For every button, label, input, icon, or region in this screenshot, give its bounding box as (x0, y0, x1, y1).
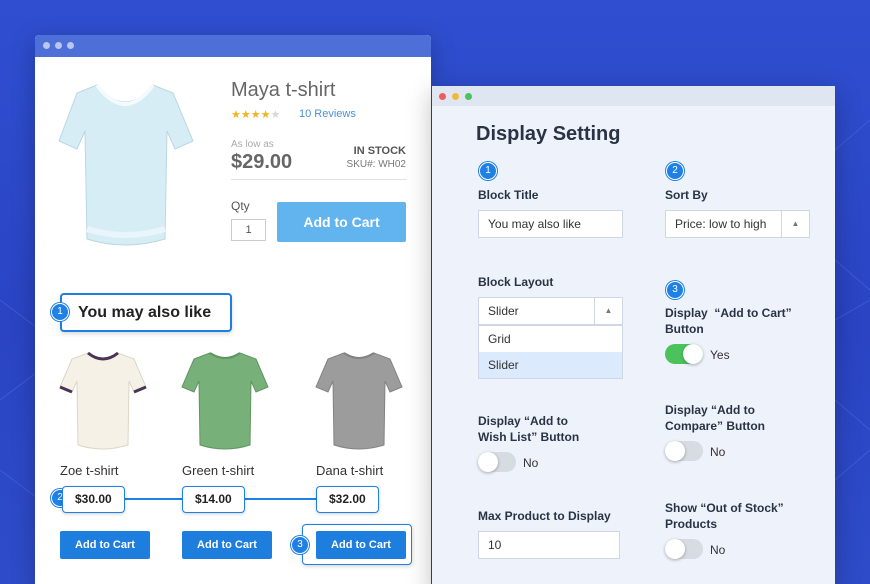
related-add-to-cart-button[interactable]: Add to Cart (182, 531, 272, 559)
callout-badge-3: 3 (666, 281, 684, 299)
block-title-label: Block Title (478, 188, 539, 202)
callout-badge-1: 1 (479, 162, 497, 180)
reviews-link[interactable]: 10 Reviews (299, 108, 356, 120)
related-item-name[interactable]: Zoe t-shirt (60, 463, 119, 478)
as-low-as-label: As low as (231, 139, 274, 150)
maya-tshirt-image (58, 83, 194, 246)
max-product-label: Max Product to Display (478, 509, 611, 523)
label-line: Display “Add to (478, 414, 569, 428)
compare-toggle-state: No (710, 445, 726, 459)
callout-badge-3: 3 (291, 536, 309, 554)
product-price: $29.00 (231, 151, 293, 173)
layout-option-grid[interactable]: Grid (479, 326, 622, 352)
product-page-window: Maya t-shirt ★★★★★ 10 Reviews As low as … (35, 35, 431, 584)
block-title-input[interactable]: You may also like (478, 210, 623, 238)
label-line: Button (665, 322, 704, 336)
product-title: Maya t-shirt (231, 79, 336, 101)
toggle-knob (665, 539, 685, 559)
block-layout-dropdown: Grid Slider (478, 325, 623, 379)
chevron-up-icon[interactable]: ▲ (781, 211, 809, 237)
block-layout-value: Slider (488, 304, 519, 318)
block-layout-label: Block Layout (478, 275, 554, 289)
zoe-tshirt-image (59, 351, 147, 450)
settings-title: Display Setting (476, 123, 621, 145)
wishlist-toggle[interactable] (478, 452, 516, 472)
wishlist-toggle-state: No (523, 456, 539, 470)
toggle-knob (683, 344, 703, 364)
related-add-to-cart-button[interactable]: Add to Cart (316, 531, 406, 559)
add-to-cart-toggle-state: Yes (710, 348, 730, 362)
layout-option-slider[interactable]: Slider (479, 352, 622, 378)
block-layout-select[interactable]: Slider ▲ (478, 297, 623, 325)
label-line: Compare” Button (665, 419, 765, 433)
toggle-knob (478, 452, 498, 472)
dana-tshirt-image (315, 352, 403, 450)
sort-by-label: Sort By (665, 188, 708, 202)
add-to-cart-toggle[interactable] (665, 344, 703, 364)
related-add-to-cart-button[interactable]: Add to Cart (60, 531, 150, 559)
label-line: Show “Out of Stock” (665, 501, 784, 515)
window-dot-icon (67, 42, 74, 49)
callout-badge-1: 1 (51, 303, 69, 321)
window-dot-icon (55, 42, 62, 49)
divider (231, 179, 407, 180)
product-sku: SKU#: WH02 (346, 159, 406, 170)
out-of-stock-toggle-state: No (710, 543, 726, 557)
related-item-price: $14.00 (182, 486, 245, 513)
related-item-name[interactable]: Green t-shirt (182, 463, 254, 478)
toggle-knob (665, 441, 685, 461)
minimize-dot-icon[interactable] (452, 93, 459, 100)
qty-label: Qty (231, 199, 250, 213)
add-to-cart-setting-label: Display “Add to Cart” Button (665, 305, 792, 337)
sort-by-value: Price: low to high (675, 217, 767, 231)
qty-input[interactable]: 1 (231, 219, 266, 241)
window-dot-icon (43, 42, 50, 49)
callout-badge-2: 2 (666, 162, 684, 180)
stock-status: IN STOCK (353, 145, 406, 157)
rating-stars-icon: ★★★★★ (231, 109, 281, 121)
close-dot-icon[interactable] (439, 93, 446, 100)
out-of-stock-toggle[interactable] (665, 539, 703, 559)
label-line: Display “Add to Cart” (665, 306, 792, 320)
related-item-price: $30.00 (62, 486, 125, 513)
chevron-up-icon[interactable]: ▲ (594, 298, 622, 324)
label-line: Display “Add to (665, 403, 756, 417)
add-to-cart-button[interactable]: Add to Cart (277, 202, 406, 242)
compare-toggle[interactable] (665, 441, 703, 461)
green-tshirt-image (181, 352, 269, 450)
display-settings-window: Display Setting 1 Block Title You may al… (432, 86, 835, 584)
compare-setting-label: Display “Add to Compare” Button (665, 402, 765, 434)
max-product-input[interactable]: 10 (478, 531, 620, 559)
label-line: Products (665, 517, 718, 531)
out-of-stock-setting-label: Show “Out of Stock” Products (665, 500, 784, 532)
related-item-name[interactable]: Dana t-shirt (316, 463, 383, 478)
maximize-dot-icon[interactable] (465, 93, 472, 100)
related-item-price: $32.00 (316, 486, 379, 513)
related-block-title: You may also like (60, 293, 232, 332)
wishlist-setting-label: Display “Add to Wish List” Button (478, 413, 579, 445)
label-line: Wish List” Button (478, 430, 580, 444)
sort-by-select[interactable]: Price: low to high ▲ (665, 210, 810, 238)
right-window-titlebar (432, 86, 835, 106)
left-window-titlebar (35, 35, 431, 57)
